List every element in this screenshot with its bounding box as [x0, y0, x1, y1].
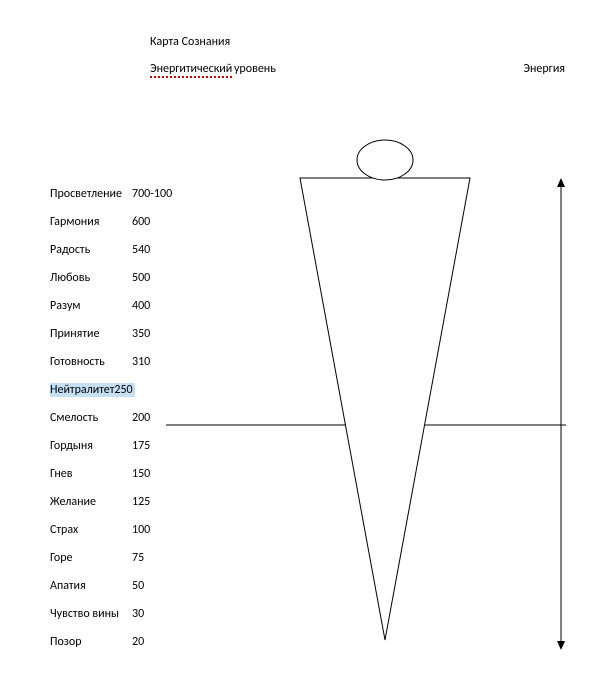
- page-title: Карта Сознания: [150, 35, 230, 49]
- level-value: 75: [132, 551, 192, 565]
- level-label: Разум: [50, 299, 132, 313]
- level-label: Нейтралитет: [50, 383, 114, 397]
- level-row: Принятие350: [50, 320, 192, 348]
- level-label: Принятие: [50, 327, 132, 341]
- level-label: Страх: [50, 523, 132, 537]
- level-row: Гнев150: [50, 460, 192, 488]
- level-value: 100: [132, 523, 192, 537]
- level-row: Готовность310: [50, 348, 192, 376]
- level-label: Гармония: [50, 215, 132, 229]
- level-value: 540: [132, 243, 192, 257]
- level-row: Гордыня175: [50, 432, 192, 460]
- levels-list: Просветление700-100Гармония600Радость540…: [50, 180, 192, 656]
- level-label: Просветление: [50, 187, 132, 201]
- level-value: 125: [132, 495, 192, 509]
- level-label: Желание: [50, 495, 132, 509]
- level-value: 20: [132, 635, 192, 649]
- level-value: 500: [132, 271, 192, 285]
- level-value: 50: [132, 579, 192, 593]
- level-value: 250: [114, 383, 132, 397]
- level-row: Желание125: [50, 488, 192, 516]
- subtitle-energy-level-rest: уровень: [234, 62, 276, 76]
- level-value: 700-100: [132, 187, 192, 201]
- level-row: Позор20: [50, 628, 192, 656]
- level-row: Горе75: [50, 544, 192, 572]
- level-label: Любовь: [50, 271, 132, 285]
- level-value: 175: [132, 439, 192, 453]
- level-row: Нейтралитет250: [50, 376, 192, 404]
- level-row: Просветление700-100: [50, 180, 192, 208]
- level-row: Чувство вины30: [50, 600, 192, 628]
- level-label: Позор: [50, 635, 132, 649]
- level-value: 350: [132, 327, 192, 341]
- level-value: 310: [132, 355, 192, 369]
- level-label: Апатия: [50, 579, 132, 593]
- level-label: Готовность: [50, 355, 132, 369]
- level-value: 600: [132, 215, 192, 229]
- level-label: Гордыня: [50, 439, 132, 453]
- level-row: Смелость200: [50, 404, 192, 432]
- level-row: Любовь500: [50, 264, 192, 292]
- level-row: Гармония600: [50, 208, 192, 236]
- level-label: Смелость: [50, 411, 132, 425]
- subtitle-energy: Энергия: [523, 62, 565, 76]
- level-value: 400: [132, 299, 192, 313]
- level-row: Радость540: [50, 236, 192, 264]
- level-value: 30: [132, 607, 192, 621]
- highlighted-level: Нейтралитет250: [50, 383, 135, 397]
- level-value: 150: [132, 467, 192, 481]
- level-label: Горе: [50, 551, 132, 565]
- level-label: Радость: [50, 243, 132, 257]
- level-row: Страх100: [50, 516, 192, 544]
- energy-arrow: [555, 178, 567, 650]
- level-value: 200: [132, 411, 192, 425]
- subtitle-energy-level-underlined: Энергитический: [150, 62, 232, 78]
- level-label: Гнев: [50, 467, 132, 481]
- level-row: Разум400: [50, 292, 192, 320]
- level-label: Чувство вины: [50, 607, 132, 621]
- level-row: Апатия50: [50, 572, 192, 600]
